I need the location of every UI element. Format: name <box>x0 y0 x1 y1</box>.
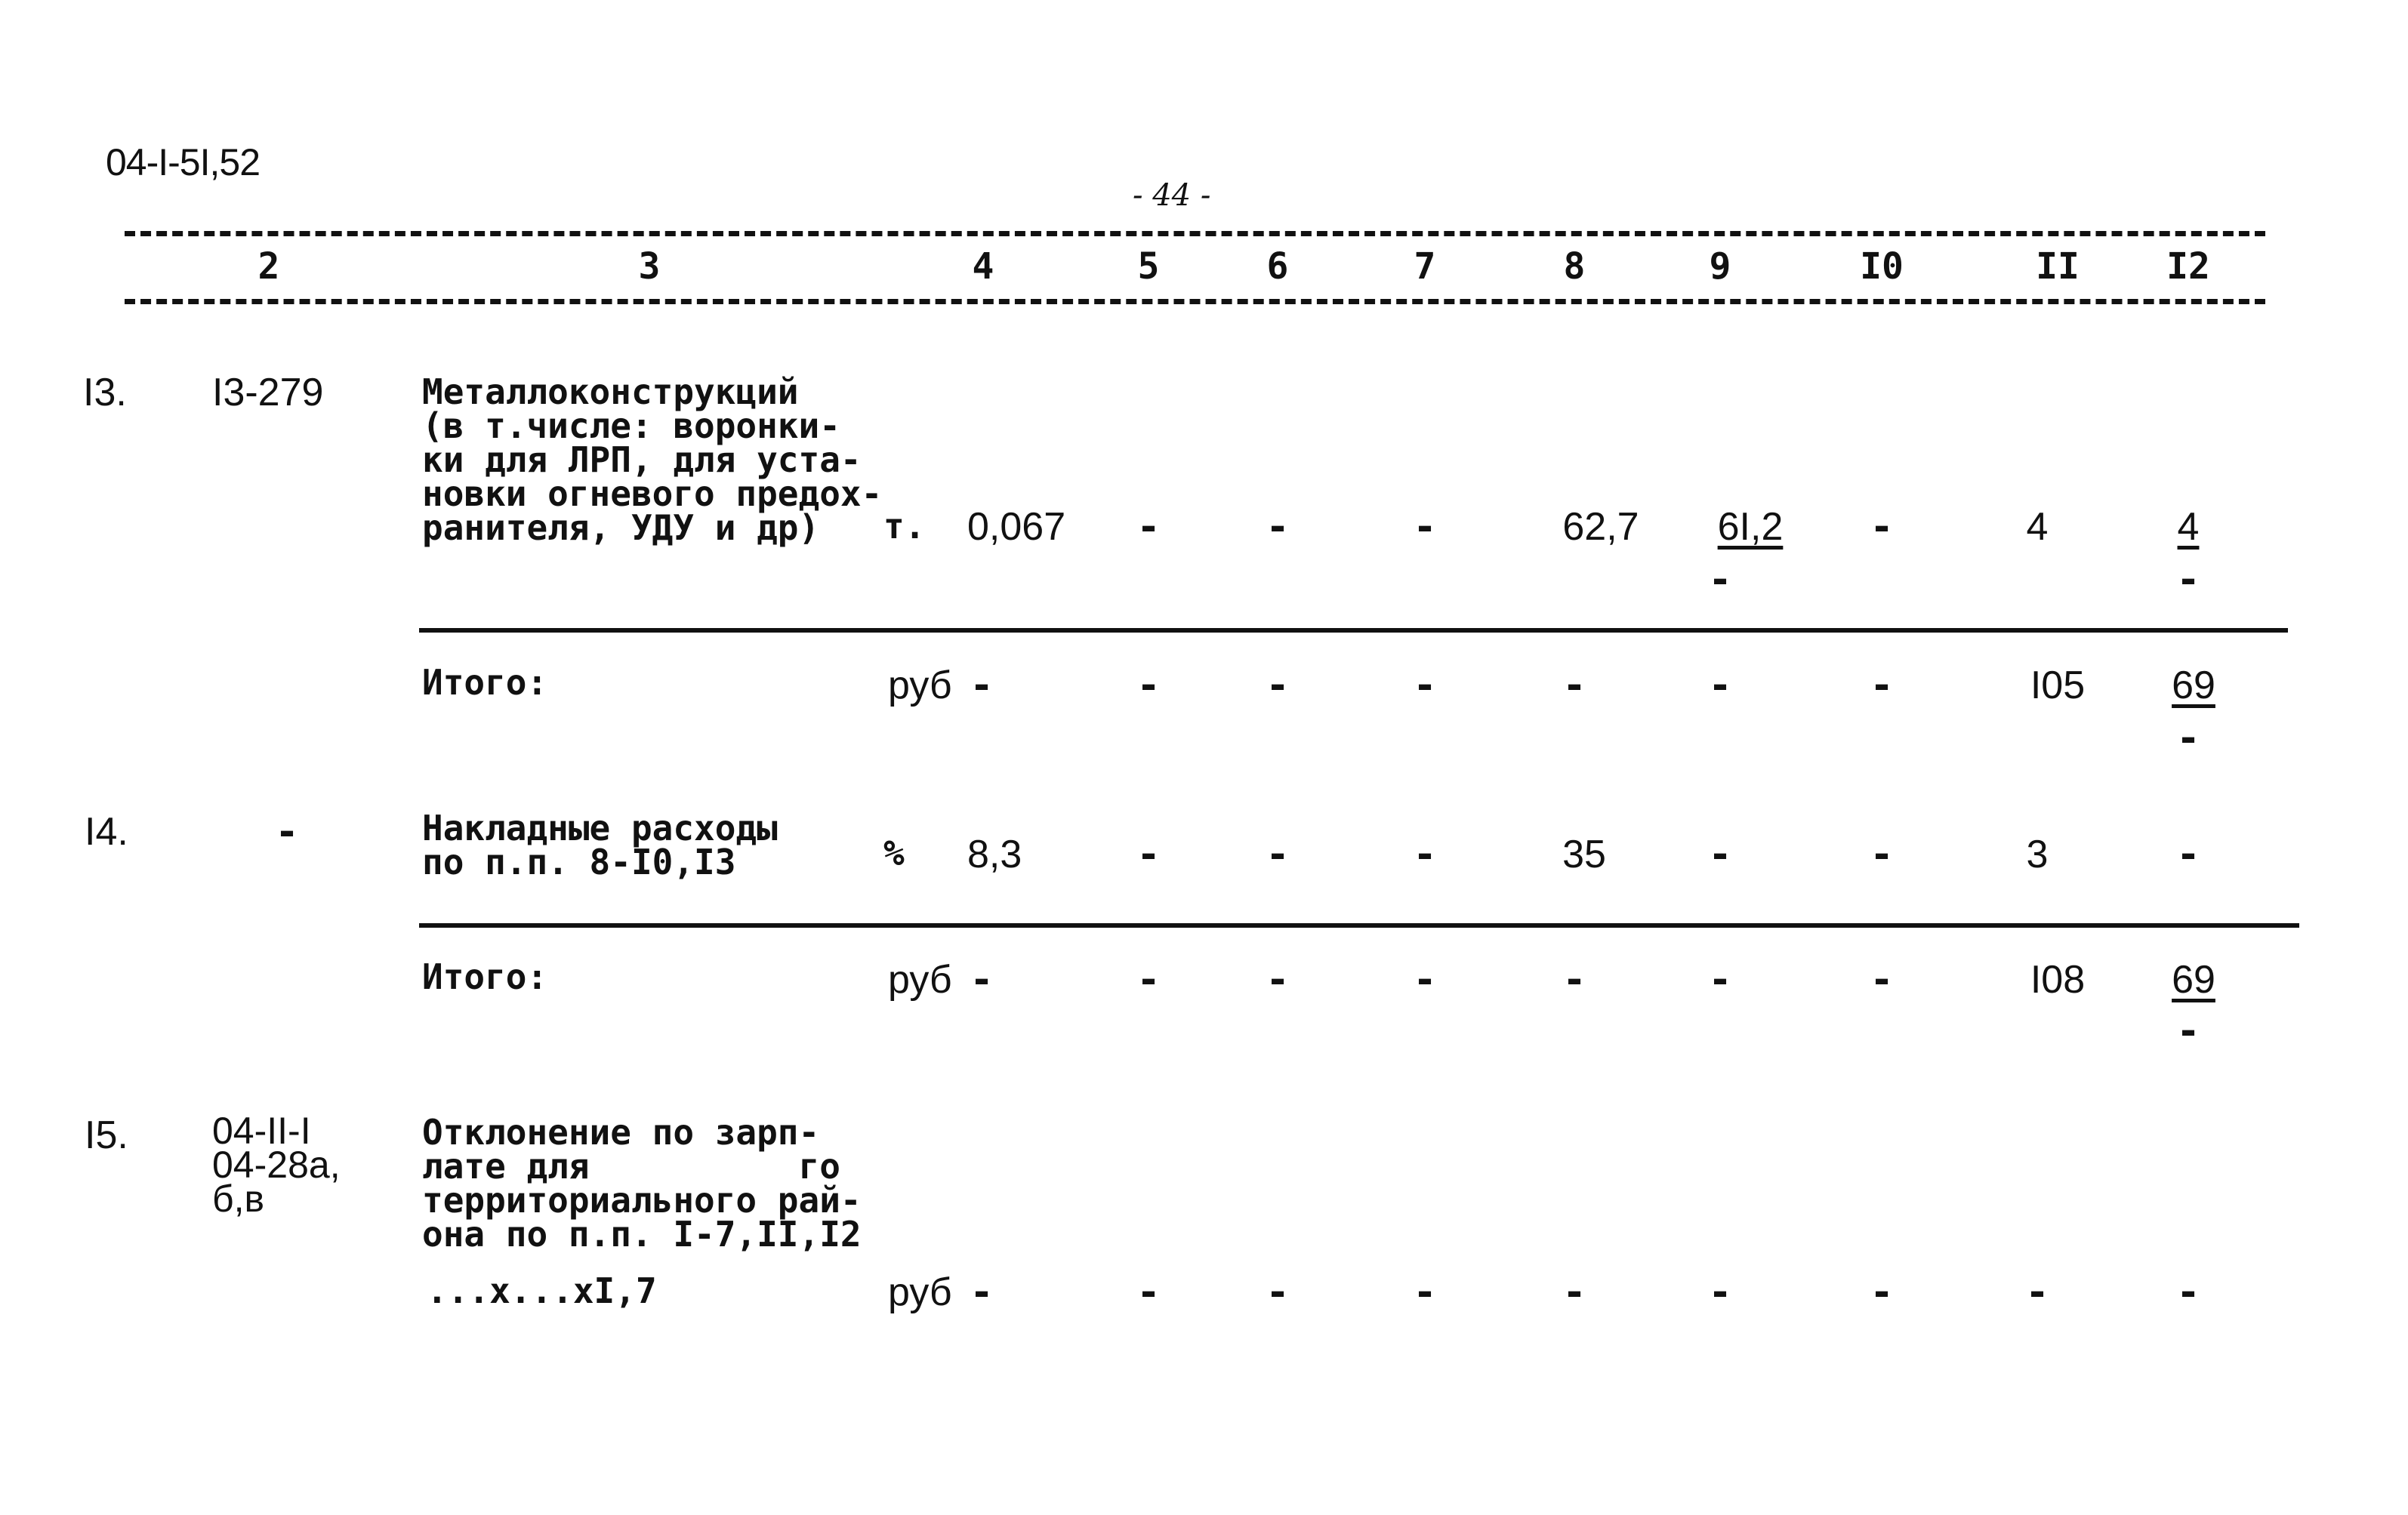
cell-col11: 3 <box>2026 833 2049 876</box>
cell-col4: - <box>970 957 994 1002</box>
cell-col6: - <box>1266 957 1290 1002</box>
cell-col11: - <box>2025 1270 2049 1315</box>
cell-col10: - <box>1870 832 1894 877</box>
cell-col6: - <box>1266 663 1290 708</box>
description-line: она по п.п. I-7,II,I2 <box>422 1214 862 1255</box>
cell-col9: - <box>1708 832 1732 877</box>
cell-col12: - <box>2176 1270 2200 1315</box>
cell-col7: - <box>1413 957 1437 1002</box>
row-unit: руб <box>888 958 952 1002</box>
column-header-10: I0 <box>1860 245 1904 288</box>
cell-col8: - <box>1562 957 1586 1002</box>
column-header-9: 9 <box>1709 245 1731 288</box>
cell-col6: - <box>1266 832 1290 877</box>
page-number: - 44 - <box>1133 178 1211 213</box>
row-code: 04-II-I 04-28а, б,в <box>212 1112 341 1220</box>
row-formula: ...х...хI,7 <box>427 1270 657 1311</box>
description-line: по п.п. 8-I0,I3 <box>422 842 736 882</box>
cell-col12: 69 <box>2172 664 2215 707</box>
column-header-8: 8 <box>1563 245 1586 288</box>
subtotal-rule <box>419 923 2299 928</box>
cell-col7: - <box>1413 663 1437 708</box>
cell-col12: 69 <box>2172 958 2215 1002</box>
column-header-2: 2 <box>257 245 280 288</box>
row-description: Металлоконструкций (в т.числе: воронки- … <box>422 371 883 548</box>
cell-col10: - <box>1870 504 1894 550</box>
code-line: б,в <box>212 1178 265 1220</box>
description-line: ки для ЛРП, для уста- <box>422 439 862 480</box>
cell-col8: 62,7 <box>1562 505 1639 549</box>
column-header-11: II <box>2036 245 2080 288</box>
cell-col4: 8,3 <box>967 833 1022 876</box>
cell-col4: 0,067 <box>967 505 1066 549</box>
description-line: Металлоконструкций <box>422 371 799 412</box>
row-number: I4. <box>85 810 128 854</box>
description-line: Накладные расходы <box>422 808 778 848</box>
cell-col5: - <box>1136 504 1161 550</box>
cell-col6: - <box>1266 504 1290 550</box>
cell-col7: - <box>1413 832 1437 877</box>
cell-col8: 35 <box>1562 833 1606 876</box>
description-line: Отклонение по зарп- <box>422 1112 820 1153</box>
description-line: новки огневого предох- <box>422 473 883 514</box>
row-unit: руб <box>888 1270 952 1314</box>
cell-col6: - <box>1266 1270 1290 1315</box>
document-code: 04-I-5I,52 <box>106 141 261 183</box>
subtotal-label: Итого: <box>422 956 548 997</box>
cell-col10: - <box>1870 957 1894 1002</box>
subtotal-label: Итого: <box>422 662 548 703</box>
cell-col9: - <box>1708 1270 1732 1315</box>
cell-col9: 6I,2 <box>1717 505 1784 549</box>
cell-col5: - <box>1136 663 1161 708</box>
description-line: (в т.числе: воронки- <box>422 405 840 446</box>
cell-col8: - <box>1562 1270 1586 1315</box>
row-unit: % <box>883 833 905 873</box>
cell-col7: - <box>1413 504 1437 550</box>
cell-col12-below: - <box>2176 1008 2200 1054</box>
description-line: территориального рай- <box>422 1180 862 1221</box>
cell-col11: I05 <box>2030 664 2086 707</box>
row-unit: т. <box>883 506 926 547</box>
cell-col5: - <box>1136 1270 1161 1315</box>
row-description: Отклонение по зарп- лате для го территор… <box>422 1112 862 1255</box>
cell-col4: - <box>970 663 994 708</box>
cell-col7: - <box>1413 1270 1437 1315</box>
row-code: - <box>275 809 299 854</box>
cell-col8: - <box>1562 663 1586 708</box>
cell-col12-below: - <box>2176 557 2200 602</box>
row-description: Накладные расходы по п.п. 8-I0,I3 <box>422 811 778 879</box>
cell-col11: 4 <box>2026 505 2049 549</box>
column-header-3: 3 <box>638 245 661 288</box>
description-line: лате для го <box>422 1146 840 1187</box>
cell-col9-below: - <box>1708 557 1732 602</box>
cell-col4: - <box>970 1270 994 1315</box>
row-number: I5. <box>85 1113 128 1157</box>
row-unit: руб <box>888 664 952 707</box>
cell-col5: - <box>1136 957 1161 1002</box>
header-bottom-dashed-rule <box>125 299 2265 304</box>
cell-col10: - <box>1870 1270 1894 1315</box>
cell-col9: - <box>1708 957 1732 1002</box>
subtotal-rule <box>419 628 2288 633</box>
cell-col12: - <box>2176 832 2200 877</box>
column-header-6: 6 <box>1266 245 1289 288</box>
column-header-5: 5 <box>1137 245 1160 288</box>
cell-col9: - <box>1708 663 1732 708</box>
column-header-12: I2 <box>2166 245 2210 288</box>
cell-col12: 4 <box>2177 505 2200 549</box>
description-line: ранителя, УДУ и др) <box>422 507 820 548</box>
column-header-7: 7 <box>1414 245 1436 288</box>
header-top-dashed-rule <box>125 231 2265 236</box>
cell-col11: I08 <box>2030 958 2086 1002</box>
row-code: I3-279 <box>212 371 324 414</box>
cell-col5: - <box>1136 832 1161 877</box>
cell-col12-below: - <box>2176 716 2200 761</box>
column-header-4: 4 <box>972 245 994 288</box>
cell-col10: - <box>1870 663 1894 708</box>
row-number: I3. <box>83 371 127 414</box>
